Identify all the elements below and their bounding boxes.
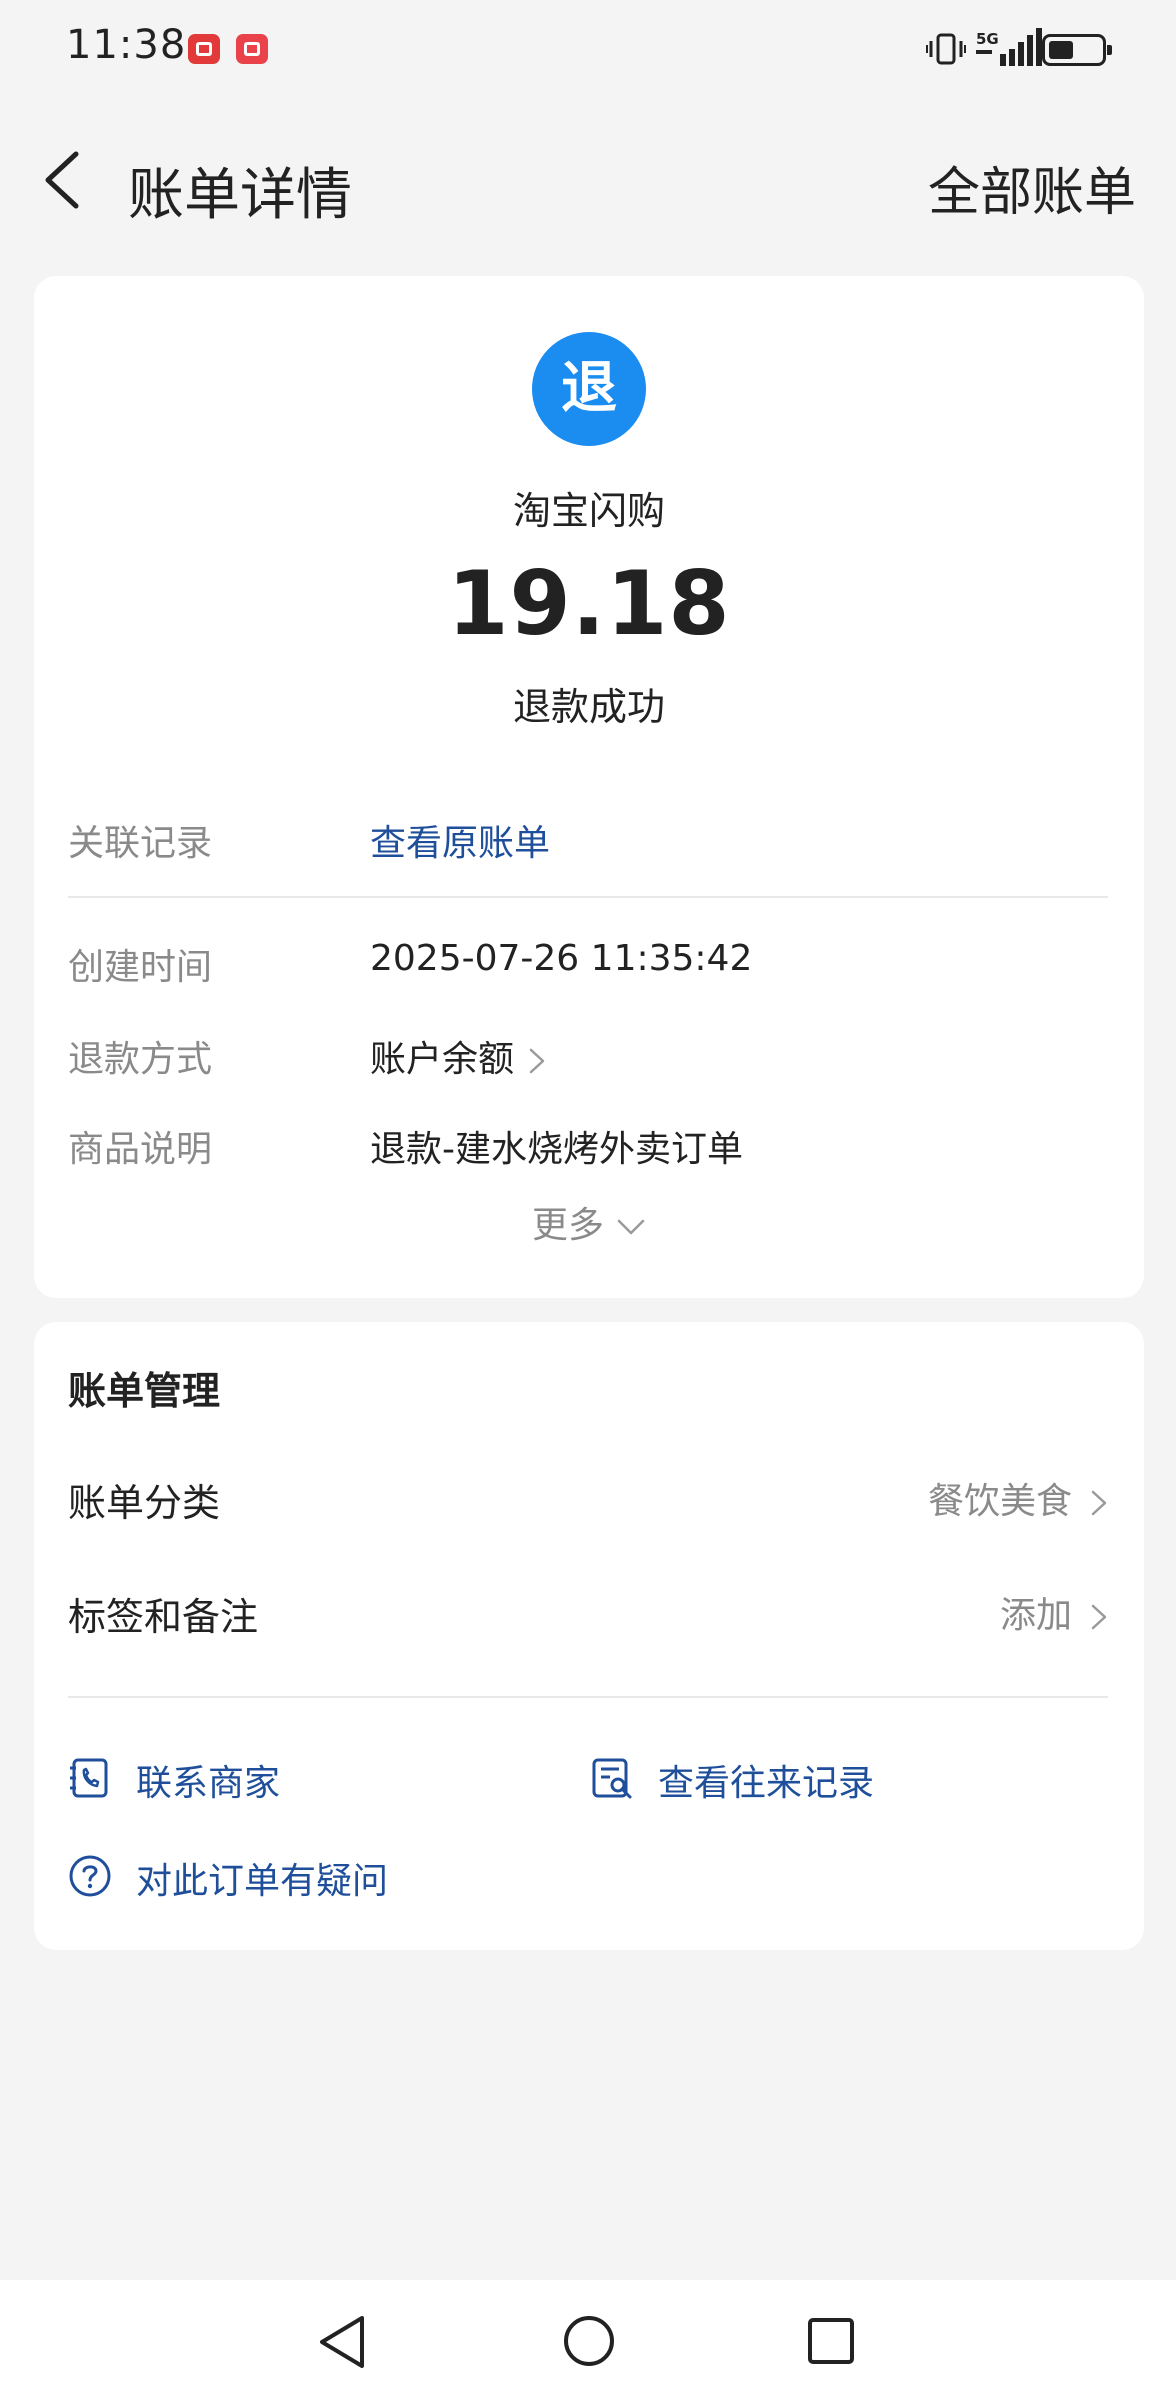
tags-notes-row[interactable]: 标签和备注 添加 [68, 1574, 1108, 1644]
book-app-icon [236, 34, 268, 64]
created-time-label: 创建时间 [68, 947, 213, 988]
created-time-value: 2025-07-26 11:35:42 [370, 938, 753, 979]
product-description-label: 商品说明 [68, 1129, 213, 1170]
product-description-row: 商品说明 退款-建水烧烤外卖订单 [68, 1110, 1108, 1170]
chevron-right-icon [1091, 1490, 1107, 1516]
battery-icon [1042, 34, 1112, 66]
bill-category-value-wrap: 餐饮美食 [928, 1472, 1108, 1524]
status-time: 11:38 [66, 22, 187, 68]
refund-method-label: 退款方式 [68, 1039, 213, 1080]
5g-signal-icon: 5G [976, 28, 1042, 66]
network-label: 5G [976, 30, 999, 48]
chevron-down-icon [617, 1219, 645, 1235]
more-label: 更多 [531, 1205, 604, 1246]
record-search-icon [592, 1758, 632, 1799]
product-description-value: 退款-建水烧烤外卖订单 [370, 1129, 743, 1170]
refund-method-row[interactable]: 退款方式 账户余额 [68, 1020, 1108, 1080]
refund-method-value-wrap[interactable]: 账户余额 [370, 1030, 546, 1082]
bill-category-row[interactable]: 账单分类 餐饮美食 [68, 1460, 1108, 1530]
order-question-button[interactable]: 对此订单有疑问 [68, 1846, 668, 1906]
bill-detail-card: 退 淘宝闪购 19.18 退款成功 关联记录 查看原账单 创建时间 2025-0… [34, 276, 1144, 1298]
all-bills-link[interactable]: 全部账单 [928, 150, 1136, 225]
related-record-row: 关联记录 查看原账单 [68, 804, 1108, 864]
tags-notes-label: 标签和备注 [68, 1595, 259, 1639]
bill-management-card: 账单管理 账单分类 餐饮美食 标签和备注 添加 联系商家 查看往来记录 对此订单… [34, 1322, 1144, 1950]
divider [68, 896, 1108, 898]
nav-recent-apps-icon[interactable] [806, 2316, 856, 2366]
view-history-label: 查看往来记录 [658, 1763, 875, 1804]
bill-management-title: 账单管理 [68, 1369, 221, 1413]
status-bar: 11:38 5G [0, 0, 1176, 100]
related-record-label: 关联记录 [68, 823, 213, 864]
order-question-label: 对此订单有疑问 [136, 1861, 389, 1902]
merchant-name: 淘宝闪购 [512, 489, 665, 533]
chevron-left-icon[interactable] [40, 150, 90, 210]
view-original-bill-link[interactable]: 查看原账单 [370, 814, 550, 866]
amount: 19.18 [447, 552, 731, 655]
bill-category-value: 餐饮美食 [927, 1481, 1072, 1522]
app-header: 账单详情 全部账单 [0, 120, 1176, 240]
refund-method-value: 账户余额 [370, 1039, 515, 1080]
more-button[interactable]: 更多 [34, 1196, 1144, 1248]
system-nav-bar [0, 2280, 1176, 2400]
contact-merchant-label: 联系商家 [136, 1763, 281, 1804]
created-time-row: 创建时间 2025-07-26 11:35:42 [68, 928, 1108, 988]
phone-contact-icon [70, 1758, 108, 1798]
vibrate-icon [926, 33, 966, 65]
refund-badge-icon: 退 [532, 332, 646, 446]
system-icons: 5G [846, 28, 1112, 72]
page-title: 账单详情 [128, 163, 352, 228]
transaction-status: 退款成功 [512, 685, 665, 729]
contact-merchant-button[interactable]: 联系商家 [68, 1748, 548, 1808]
divider [68, 1696, 1108, 1698]
question-circle-icon [69, 1855, 111, 1897]
chevron-right-icon [529, 1048, 545, 1074]
nav-home-icon[interactable] [562, 2314, 616, 2368]
bill-category-label: 账单分类 [68, 1481, 221, 1525]
tags-notes-value: 添加 [999, 1595, 1072, 1636]
nav-back-icon[interactable] [316, 2314, 368, 2370]
view-history-button[interactable]: 查看往来记录 [590, 1748, 1070, 1808]
chevron-right-icon [1091, 1604, 1107, 1630]
huawei-app-icon [188, 34, 220, 64]
tags-notes-value-wrap: 添加 [1000, 1586, 1108, 1638]
